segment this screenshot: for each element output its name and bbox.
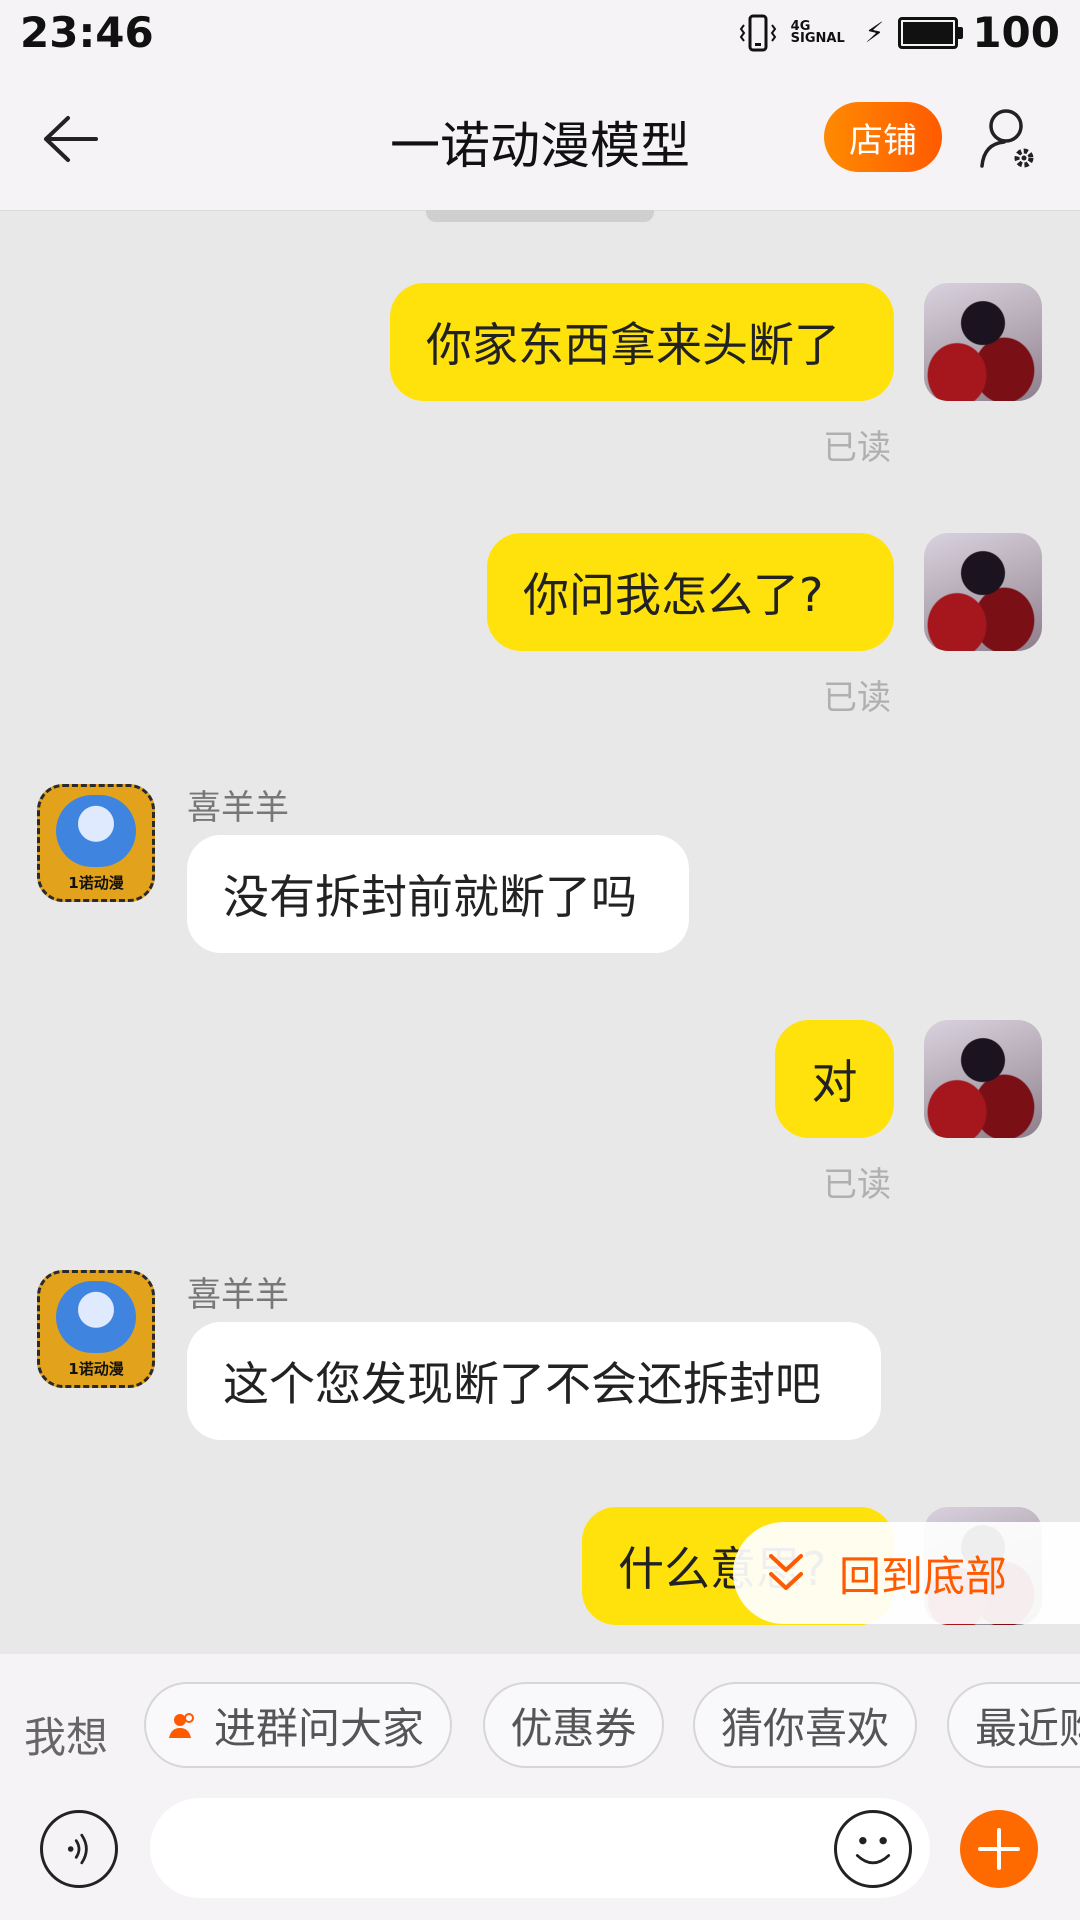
plus-icon[interactable]: [960, 1810, 1038, 1888]
quick-actions-bar: 我想 进群问大家 优惠券 猜你喜欢 最近购: [0, 1654, 1080, 1798]
read-status: 已读: [823, 1165, 891, 1205]
avatar[interactable]: [924, 283, 1042, 401]
emoji-icon[interactable]: [834, 1810, 912, 1888]
message-bubble[interactable]: 这个您发现断了不会还拆封吧: [187, 1322, 881, 1440]
voice-icon[interactable]: [40, 1810, 118, 1888]
status-time: 23:46: [20, 8, 154, 57]
status-bar: 23:46 4G SIGNAL ⚡ 100: [0, 0, 1080, 68]
chip-coupon[interactable]: 优惠券: [483, 1682, 664, 1768]
chip-guess-you-like[interactable]: 猜你喜欢: [693, 1682, 917, 1768]
message-bubble[interactable]: 对: [775, 1020, 894, 1138]
message-input[interactable]: [150, 1798, 930, 1898]
shop-avatar[interactable]: 1诺动漫: [37, 1270, 155, 1388]
quick-actions-label: 我想: [24, 1713, 109, 1762]
back-to-bottom-button[interactable]: 回到底部: [733, 1522, 1080, 1624]
chip-join-group[interactable]: 进群问大家: [144, 1682, 452, 1768]
battery-level: 100: [972, 8, 1060, 57]
robot-logo-icon: [56, 795, 136, 867]
charging-icon: ⚡: [864, 16, 885, 49]
read-status: 已读: [823, 678, 891, 718]
back-to-bottom-label: 回到底部: [839, 1551, 1008, 1601]
message-bubble[interactable]: 你家东西拿来头断了: [390, 283, 894, 401]
robot-logo-icon: [56, 1281, 136, 1353]
chat-header: 一诺动漫模型 店铺: [0, 68, 1080, 211]
message-list[interactable]: 你家东西拿来头断了 已读 你问我怎么了? 已读 1诺动漫 喜羊羊 没有拆封前就断…: [0, 212, 1080, 1652]
group-people-icon: [169, 1713, 194, 1738]
avatar[interactable]: [924, 533, 1042, 651]
read-status: 已读: [823, 428, 891, 468]
avatar[interactable]: [924, 1020, 1042, 1138]
input-bar: [0, 1798, 1080, 1920]
vibrate-icon: [739, 14, 776, 51]
sender-name: 喜羊羊: [187, 1275, 289, 1315]
signal-indicator: 4G SIGNAL: [790, 18, 845, 46]
status-icons: 4G SIGNAL ⚡ 100: [739, 8, 1060, 57]
message-bubble[interactable]: 没有拆封前就断了吗: [187, 835, 689, 953]
sender-name: 喜羊羊: [187, 788, 289, 828]
battery-icon: [898, 16, 964, 49]
shop-button[interactable]: 店铺: [824, 102, 942, 172]
message-bubble[interactable]: 你问我怎么了?: [487, 533, 894, 651]
shop-avatar[interactable]: 1诺动漫: [37, 784, 155, 902]
profile-settings-icon[interactable]: [978, 106, 1038, 172]
chip-recent-purchase[interactable]: 最近购: [947, 1682, 1080, 1768]
double-chevron-down-icon: [769, 1554, 803, 1590]
